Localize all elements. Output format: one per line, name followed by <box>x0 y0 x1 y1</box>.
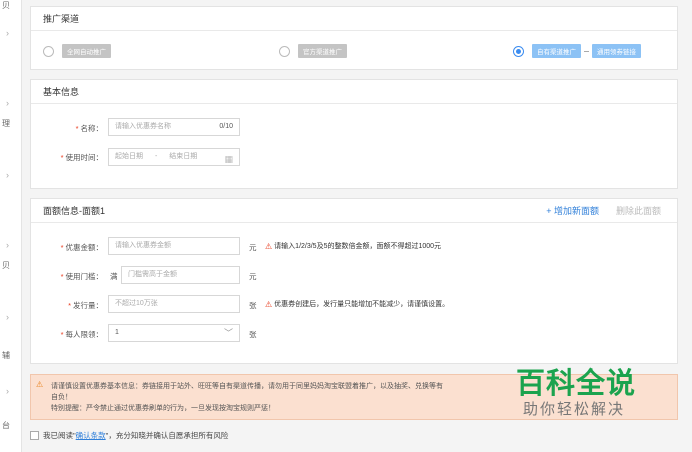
warning-icon: ⚠ <box>265 299 273 309</box>
quantity-unit: 张 <box>249 301 257 310</box>
limit-label: * 每人限领： <box>60 330 103 339</box>
left-nav: 贝 › › 理 › › 贝 › 辅 › 台 <box>0 0 22 452</box>
radio-icon[interactable] <box>43 45 54 57</box>
face-value-panel: 面额信息-面额1 + 增加新面额 删除此面额 * 优惠金额： 请输入优惠券金额 元… <box>30 198 678 364</box>
chevron-right-icon[interactable]: › <box>6 240 9 250</box>
delete-face-value-button[interactable]: 删除此面额 <box>616 199 661 223</box>
threshold-label: * 使用门槛： <box>60 272 103 281</box>
warning-icon: ⚠ <box>265 241 273 251</box>
notice-line: 请谨慎设置优惠券基本信息：券链接用于站外、旺旺等自有渠道传播，请勿用于同里妈妈淘… <box>51 383 443 390</box>
amount-unit: 元 <box>249 243 257 252</box>
date-range-picker[interactable]: 起始日期 - 结束日期 ▦ <box>108 148 240 166</box>
threshold-input[interactable]: 门槛需高于金额 <box>121 266 240 284</box>
amount-warning: ⚠ 请输入1/2/3/5及5的整数倍金额，面额不得超过1000元 <box>265 241 442 251</box>
channel-panel: 推广渠道 全网自动推广 官方渠道推广 自有渠道推广 通用领券链接 <box>30 6 678 70</box>
agree-checkbox[interactable] <box>30 431 39 440</box>
terms-link[interactable]: 确认条款 <box>76 430 106 441</box>
coupon-link-tag[interactable]: 通用领券链接 <box>592 44 641 58</box>
channel-option-own[interactable]: 自有渠道推广 通用领券链接 <box>513 44 641 58</box>
face-value-title: 面额信息-面额1 + 增加新面额 删除此面额 <box>31 199 677 223</box>
chevron-right-icon[interactable]: › <box>6 386 9 396</box>
name-char-count: 0/10 <box>219 123 233 130</box>
channel-title: 推广渠道 <box>31 7 677 31</box>
notice-line: 自负！ <box>51 394 72 401</box>
chevron-right-icon[interactable]: › <box>6 28 9 38</box>
time-label: * 使用时间： <box>60 153 103 162</box>
nav-label[interactable]: 理 <box>2 118 10 129</box>
chevron-right-icon[interactable]: › <box>6 98 9 108</box>
name-input[interactable]: 请输入优惠券名称 0/10 <box>108 118 240 136</box>
calendar-icon[interactable]: ▦ <box>224 151 233 167</box>
quantity-label: * 发行量： <box>68 301 103 310</box>
channel-option-all[interactable]: 全网自动推广 <box>43 44 111 58</box>
agreement-row: 我已阅读" 确认条款 "，充分知晓并确认自愿承担所有风险 <box>30 430 228 441</box>
amount-label: * 优惠金额： <box>60 243 103 252</box>
radio-icon[interactable] <box>279 45 290 57</box>
threshold-prefix: 满 <box>110 272 118 281</box>
divider <box>584 50 589 52</box>
channel-option-label: 全网自动推广 <box>62 44 111 58</box>
nav-label[interactable]: 贝 <box>2 260 10 271</box>
notice-line: 特别提醒：严令禁止通过优惠券刷单的行为，一旦发现按淘宝规则严惩！ <box>51 405 275 412</box>
basic-info-title: 基本信息 <box>31 80 677 104</box>
name-label: * 名称： <box>75 124 103 133</box>
threshold-unit: 元 <box>249 272 257 281</box>
limit-unit: 张 <box>249 330 257 339</box>
add-face-value-button[interactable]: + 增加新面额 <box>546 199 599 223</box>
nav-label[interactable]: 贝 <box>2 0 10 11</box>
chevron-right-icon[interactable]: › <box>6 312 9 322</box>
watermark-title: 百科全说 <box>516 366 637 400</box>
amount-input[interactable]: 请输入优惠券金额 <box>108 237 240 255</box>
chevron-right-icon[interactable]: › <box>6 170 9 180</box>
basic-info-panel: 基本信息 * 名称： 请输入优惠券名称 0/10 * 使用时间： 起始日期 - 结束… <box>30 79 678 189</box>
watermark-subtitle: 助你轻松解决 <box>523 400 626 418</box>
channel-option-label: 自有渠道推广 <box>532 44 581 58</box>
channel-option-official[interactable]: 官方渠道推广 <box>279 44 347 58</box>
radio-selected-icon[interactable] <box>513 45 524 57</box>
warning-icon: ⚠ <box>36 380 44 389</box>
nav-label[interactable]: 辅 <box>2 350 10 361</box>
quantity-input[interactable]: 不超过10万张 <box>108 295 240 313</box>
chevron-down-icon[interactable]: ﹀ <box>224 325 233 341</box>
channel-option-label: 官方渠道推广 <box>298 44 347 58</box>
quantity-warning: ⚠ 优惠券创建后，发行量只能增加不能减少，请谨慎设置。 <box>265 299 450 309</box>
limit-select[interactable]: 1 ﹀ <box>108 324 240 342</box>
nav-label[interactable]: 台 <box>2 420 10 431</box>
